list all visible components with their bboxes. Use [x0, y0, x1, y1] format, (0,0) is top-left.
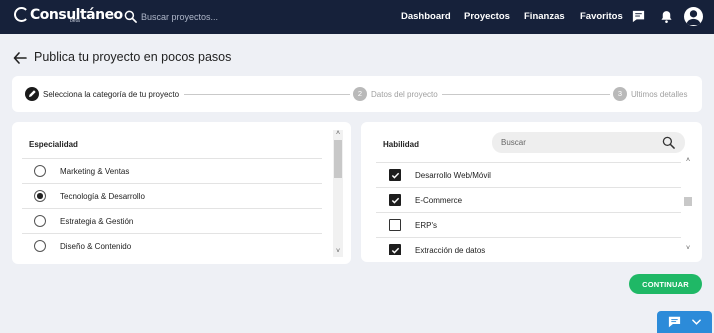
skills-title: Habilidad: [383, 140, 420, 149]
logo-mark: [14, 7, 29, 22]
skill-item-2[interactable]: E-Commerce: [376, 187, 681, 212]
edit-icon: [29, 90, 36, 97]
search-icon[interactable]: [124, 10, 137, 23]
step-3-number: 3: [613, 87, 627, 101]
specialty-scrollbar[interactable]: ˄ ˅: [333, 130, 343, 257]
chat-icon[interactable]: [631, 9, 646, 24]
nav-dashboard[interactable]: Dashboard: [401, 11, 451, 22]
bell-icon[interactable]: [659, 9, 674, 24]
check-icon: [391, 197, 399, 204]
step-1-label: Selecciona la categoría de tu proyecto: [43, 90, 180, 99]
scrollbar-thumb[interactable]: [334, 140, 342, 178]
specialty-option-4[interactable]: Diseño & Contenido: [22, 233, 322, 258]
skills-scrollbar[interactable]: ˄ ˅: [683, 157, 693, 255]
specialty-title: Especialidad: [29, 140, 78, 149]
chat-icon: [668, 316, 681, 328]
checkbox-checked[interactable]: [389, 194, 401, 206]
skill-search-input[interactable]: [501, 135, 651, 150]
stepper: Selecciona la categoría de tu proyecto 2…: [12, 76, 702, 112]
skill-search-box[interactable]: [492, 132, 685, 153]
skill-item-label: Extracción de datos: [415, 246, 486, 255]
specialty-option-label: Diseño & Contenido: [60, 242, 132, 251]
specialty-option-3[interactable]: Estrategia & Gestión: [22, 208, 322, 233]
radio-button[interactable]: [34, 165, 46, 177]
checkbox-checked[interactable]: [389, 169, 401, 181]
step-3-label: Ultimos detalles: [631, 90, 688, 99]
logo-badge: beta: [70, 18, 80, 24]
checkbox[interactable]: [389, 219, 401, 231]
checkbox-checked[interactable]: [389, 244, 401, 255]
specialty-option-label: Marketing & Ventas: [60, 167, 130, 176]
step-connector: [184, 94, 350, 95]
check-icon: [391, 172, 399, 179]
skill-item-1[interactable]: Desarrollo Web/Móvil: [376, 162, 681, 187]
step-connector: [442, 94, 610, 95]
chat-widget[interactable]: [657, 311, 712, 333]
step-2-number: 2: [353, 87, 367, 101]
skill-item-label: E-Commerce: [415, 196, 463, 205]
scroll-down-icon[interactable]: ˅: [683, 245, 693, 253]
logo[interactable]: Consultáneo: [14, 7, 123, 23]
nav-favoritos[interactable]: Favoritos: [580, 11, 623, 22]
skill-item-label: Desarrollo Web/Móvil: [415, 171, 491, 180]
search-input[interactable]: [141, 9, 261, 25]
user-icon: [686, 10, 701, 26]
search-icon[interactable]: [662, 136, 675, 149]
radio-button-selected[interactable]: [34, 190, 46, 202]
scroll-down-icon[interactable]: ˅: [333, 248, 343, 256]
specialty-option-2[interactable]: Tecnología & Desarrollo: [22, 183, 322, 208]
skill-item-label: ERP's: [415, 221, 437, 230]
specialty-option-label: Estrategia & Gestión: [60, 217, 134, 226]
continue-button[interactable]: CONTINUAR: [629, 274, 702, 294]
nav-proyectos[interactable]: Proyectos: [464, 11, 510, 22]
scrollbar-thumb[interactable]: [684, 197, 692, 206]
scroll-up-icon[interactable]: ˄: [333, 130, 343, 138]
top-navbar: Consultáneo beta Dashboard Proyectos Fin…: [0, 0, 714, 34]
specialty-option-1[interactable]: Marketing & Ventas: [22, 158, 322, 183]
nav-finanzas[interactable]: Finanzas: [524, 11, 565, 22]
page-title: Publica tu proyecto en pocos pasos: [34, 50, 232, 64]
chevron-down-icon[interactable]: [692, 319, 701, 325]
back-arrow-icon[interactable]: [13, 52, 27, 64]
skill-item-4[interactable]: Extracción de datos: [376, 237, 681, 255]
skill-item-3[interactable]: ERP's: [376, 212, 681, 237]
user-avatar[interactable]: [684, 7, 703, 26]
step-2-label: Datos del proyecto: [371, 90, 438, 99]
step-1-marker: [25, 87, 39, 101]
radio-button[interactable]: [34, 215, 46, 227]
check-icon: [391, 247, 399, 254]
radio-button[interactable]: [34, 240, 46, 252]
scroll-up-icon[interactable]: ˄: [683, 157, 693, 165]
specialty-option-label: Tecnología & Desarrollo: [60, 192, 145, 201]
